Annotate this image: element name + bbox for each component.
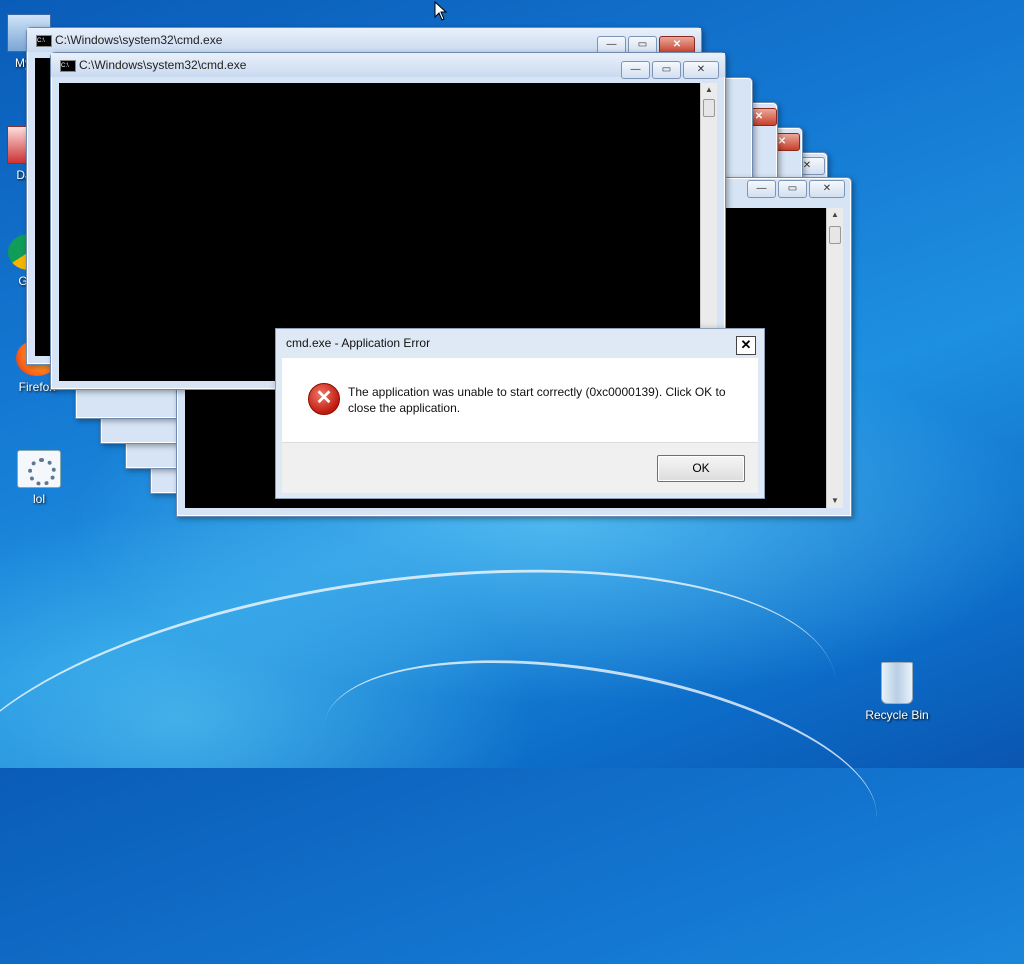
- desktop-icon-lol[interactable]: lol: [4, 450, 74, 506]
- ok-button[interactable]: OK: [657, 455, 745, 482]
- cmd-app-icon: C:\: [60, 60, 76, 72]
- scroll-thumb[interactable]: [703, 99, 715, 117]
- settings-app-icon: [17, 450, 61, 488]
- desktop-icon-label: Recycle Bin: [865, 708, 929, 722]
- dialog-titlebar[interactable]: cmd.exe - Application Error ✕: [276, 329, 764, 357]
- close-button[interactable]: ✕: [809, 180, 845, 198]
- scroll-down-arrow-icon[interactable]: ▼: [827, 494, 843, 508]
- minimize-button[interactable]: —: [621, 61, 650, 79]
- recycle-bin-icon: [881, 662, 913, 704]
- dialog-footer: OK: [282, 442, 758, 493]
- dialog-body: ✕ The application was unable to start co…: [282, 358, 758, 442]
- dialog-message: The application was unable to start corr…: [348, 385, 726, 415]
- window-controls: — ▭ ✕: [621, 61, 719, 79]
- minimize-button[interactable]: —: [747, 180, 776, 198]
- dialog-close-button[interactable]: ✕: [736, 336, 756, 355]
- window-title: C:\Windows\system32\cmd.exe: [55, 33, 223, 47]
- maximize-button[interactable]: ▭: [778, 180, 807, 198]
- vertical-scrollbar[interactable]: ▲ ▼: [826, 208, 843, 508]
- error-icon: ✕: [308, 383, 340, 415]
- scroll-up-arrow-icon[interactable]: ▲: [827, 208, 843, 222]
- window-title: C:\Windows\system32\cmd.exe: [79, 58, 247, 72]
- close-button[interactable]: ✕: [683, 61, 719, 79]
- application-error-dialog[interactable]: cmd.exe - Application Error ✕ ✕ The appl…: [275, 328, 765, 499]
- cmd-app-icon: C:\: [36, 35, 52, 47]
- desktop-icon-label: lol: [32, 492, 45, 506]
- scroll-up-arrow-icon[interactable]: ▲: [701, 83, 717, 97]
- desktop-icon-recycle-bin[interactable]: Recycle Bin: [862, 662, 932, 722]
- maximize-button[interactable]: ▭: [652, 61, 681, 79]
- mouse-pointer-icon: [434, 1, 448, 21]
- dialog-title: cmd.exe - Application Error: [286, 336, 431, 350]
- window-controls: — ▭ ✕: [747, 180, 845, 198]
- scroll-thumb[interactable]: [829, 226, 841, 244]
